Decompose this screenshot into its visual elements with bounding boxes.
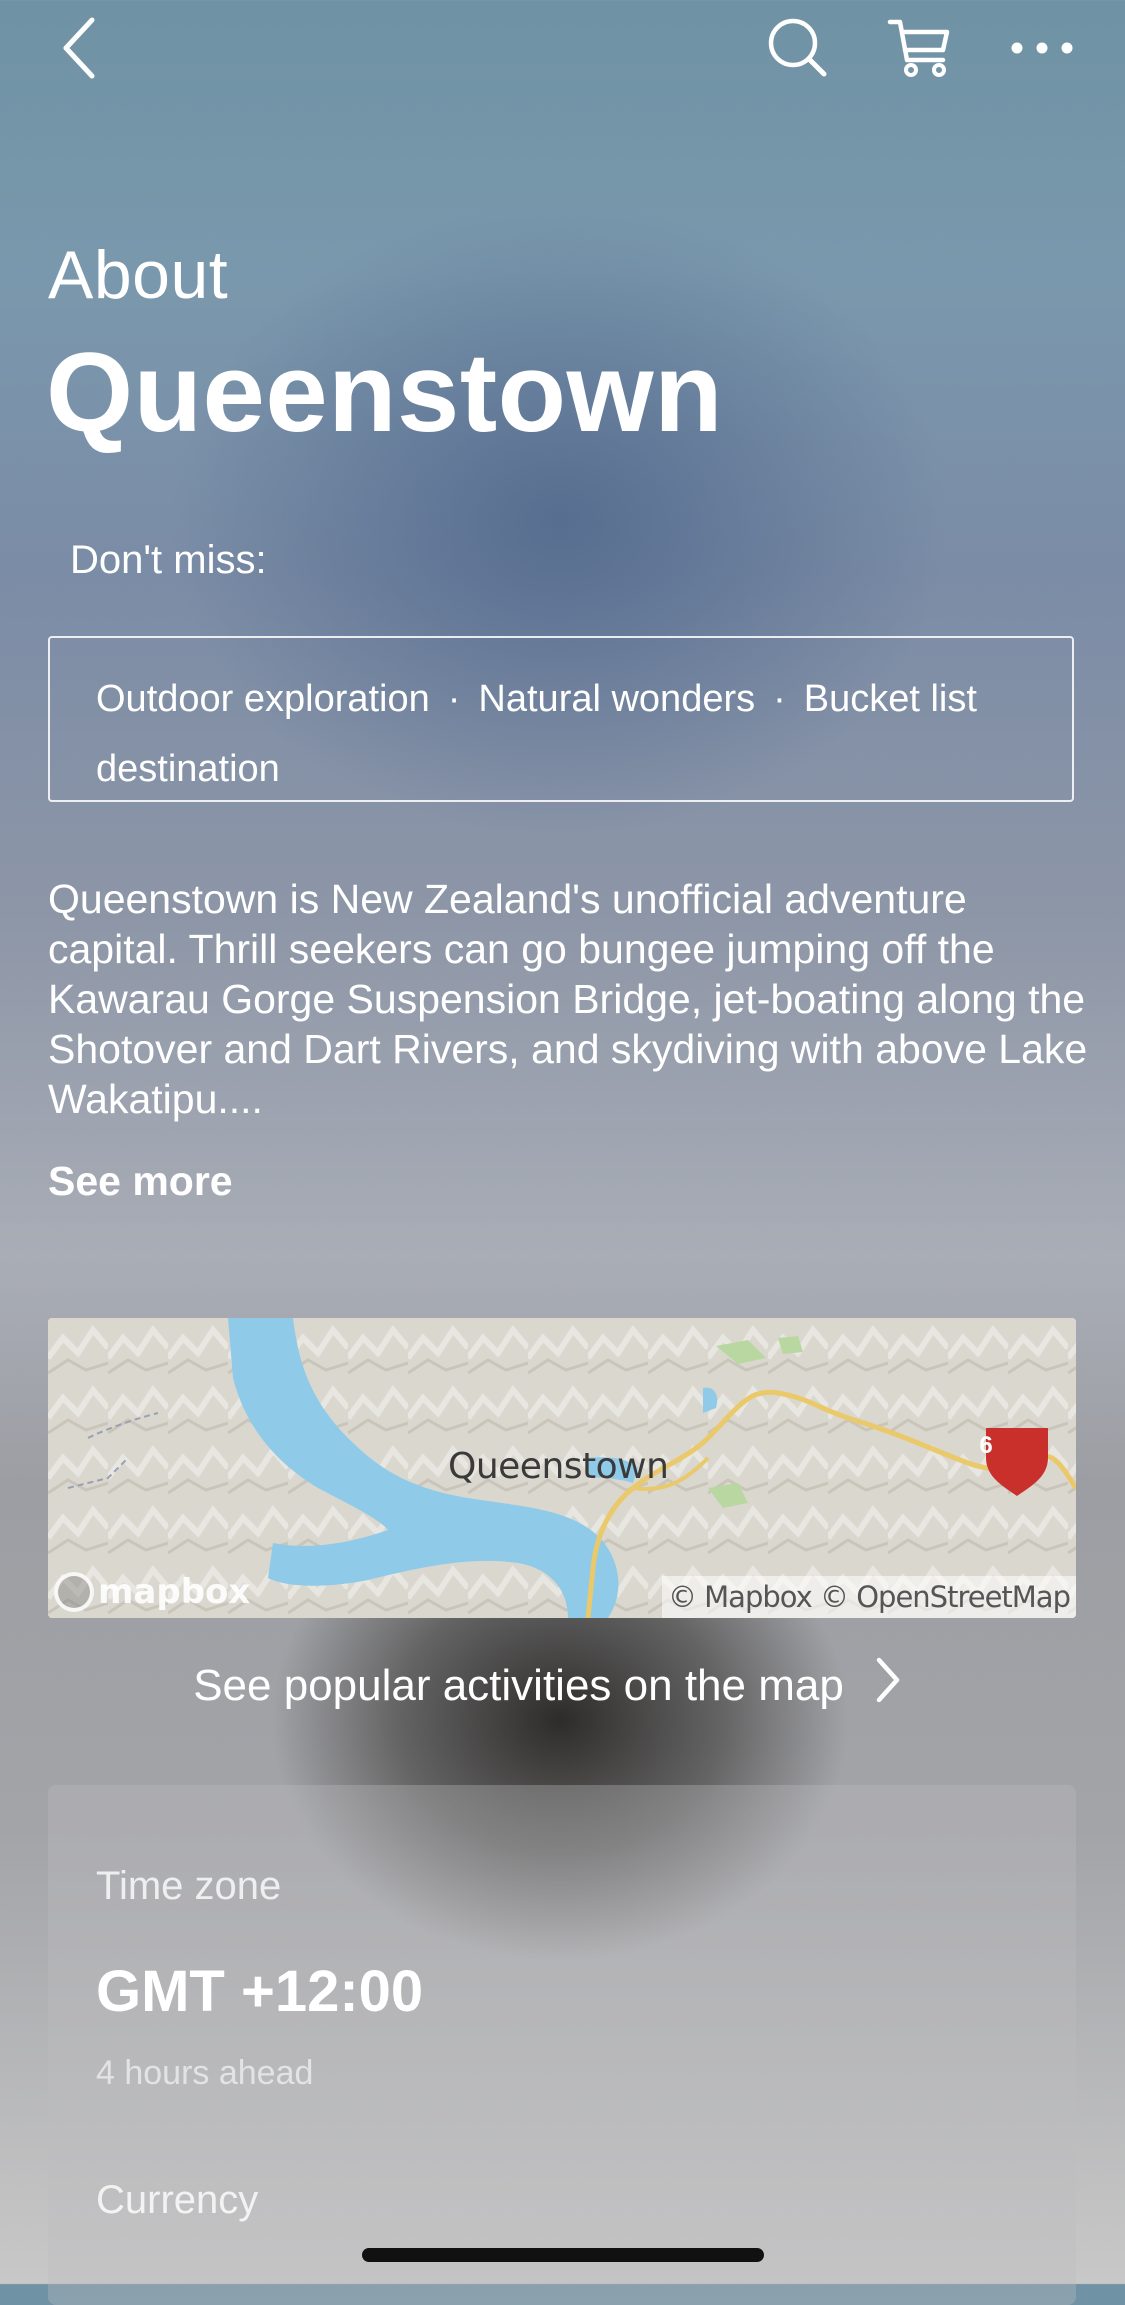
route-badge-label: 6 xyxy=(979,1432,993,1459)
search-button[interactable] xyxy=(758,8,838,88)
more-button[interactable] xyxy=(1002,8,1082,88)
tag: Outdoor exploration xyxy=(96,678,430,720)
map-preview[interactable]: Queenstown 6 mapbox © Mapbox © OpenStree… xyxy=(48,1318,1076,1618)
currency-label: Currency xyxy=(96,2178,259,2222)
separator-dot: · xyxy=(773,678,786,720)
description-text: Queenstown is New Zealand's unofficial a… xyxy=(48,876,1088,1122)
mapbox-logo-text: mapbox xyxy=(98,1572,251,1612)
search-icon xyxy=(766,16,830,80)
tag: Natural wonders xyxy=(478,678,756,720)
mapbox-logo: mapbox xyxy=(54,1572,250,1612)
see-more-link[interactable]: See more xyxy=(48,1158,233,1205)
time-zone-value: GMT +12:00 xyxy=(96,1959,424,2024)
cart-button[interactable] xyxy=(880,8,960,88)
about-label: About xyxy=(48,237,229,313)
home-indicator[interactable] xyxy=(362,2248,764,2262)
mapbox-logo-icon xyxy=(54,1572,94,1612)
time-zone-offset: 4 hours ahead xyxy=(96,2054,314,2092)
separator-dot: · xyxy=(447,678,461,720)
page-title: Queenstown xyxy=(46,330,724,455)
more-horizontal-icon xyxy=(1009,40,1075,56)
time-zone-label: Time zone xyxy=(96,1864,282,1908)
dont-miss-label: Don't miss: xyxy=(70,538,267,582)
cart-icon xyxy=(887,16,953,80)
map-attribution[interactable]: © Mapbox © OpenStreetMap xyxy=(661,1576,1076,1618)
map-activities-label: See popular activities on the map xyxy=(193,1660,844,1710)
info-card xyxy=(48,1785,1076,2305)
chevron-left-icon xyxy=(58,16,102,80)
map-place-label: Queenstown xyxy=(448,1446,669,1487)
dont-miss-tags: Outdoor exploration · Natural wonders · Buck… xyxy=(48,636,1074,802)
map-activities-link[interactable]: See popular activities on the map xyxy=(0,1656,1125,1715)
chevron-right-icon xyxy=(874,1656,902,1715)
back-button[interactable] xyxy=(40,8,120,88)
